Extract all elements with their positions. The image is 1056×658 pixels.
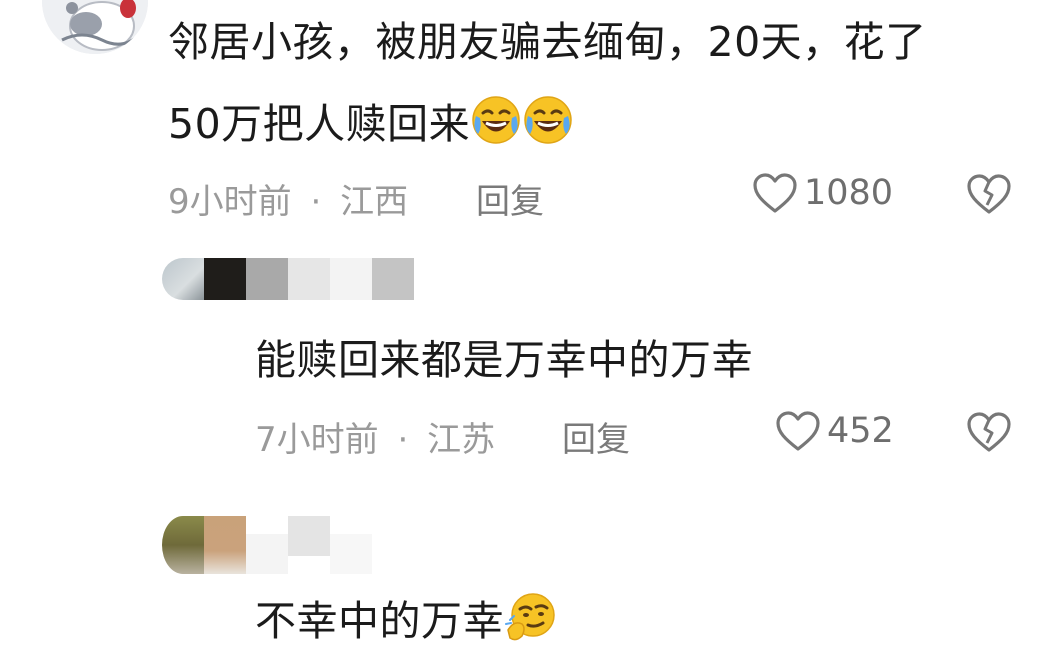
mouse-avatar-icon bbox=[42, 0, 148, 54]
blurred-username-block bbox=[288, 258, 330, 300]
comment-time: 9小时前 bbox=[168, 182, 292, 222]
blurred-username-block bbox=[204, 258, 246, 300]
reply-location: 江苏 bbox=[427, 420, 496, 460]
reply-button[interactable]: 回复 bbox=[476, 174, 544, 223]
comment-meta: 9小时前 · 江西 bbox=[168, 174, 408, 223]
blurred-username-block bbox=[204, 516, 246, 574]
broken-heart-icon bbox=[967, 174, 1011, 214]
avatar[interactable] bbox=[162, 516, 204, 574]
like-button[interactable]: 452 bbox=[775, 410, 894, 452]
dislike-button[interactable] bbox=[966, 173, 1012, 219]
reply-user-info-blurred[interactable] bbox=[162, 258, 414, 300]
dislike-button[interactable] bbox=[966, 411, 1012, 457]
laughing-crying-emoji-icon bbox=[522, 94, 574, 160]
smug-thinking-emoji-icon bbox=[504, 590, 558, 658]
comment-text-line2: 50万把人赎回来 bbox=[168, 94, 574, 160]
heart-icon bbox=[776, 411, 820, 451]
blurred-username-block bbox=[288, 516, 330, 556]
comment-text-line1: 邻居小孩，被朋友骗去缅甸，20天，花了 bbox=[168, 18, 927, 66]
laughing-crying-emoji-icon bbox=[470, 94, 522, 160]
comment-location: 江西 bbox=[340, 182, 409, 222]
reply-button[interactable]: 回复 bbox=[562, 412, 630, 461]
reply-time: 7小时前 bbox=[255, 420, 379, 460]
avatar[interactable] bbox=[162, 258, 204, 300]
blurred-username-block bbox=[246, 258, 288, 300]
comment-text-line2-content: 50万把人赎回来 bbox=[168, 100, 471, 148]
reply-text: 不幸中的万幸 bbox=[255, 590, 558, 658]
like-button[interactable]: 1080 bbox=[752, 172, 893, 214]
like-count: 1080 bbox=[804, 173, 894, 213]
heart-icon bbox=[753, 173, 797, 213]
blurred-username-block bbox=[330, 534, 372, 574]
blurred-username-block bbox=[246, 534, 288, 574]
reply-user-info-blurred[interactable] bbox=[162, 516, 372, 574]
avatar[interactable] bbox=[42, 0, 148, 54]
reply-meta: 7小时前 · 江苏 bbox=[255, 412, 495, 461]
broken-heart-icon bbox=[967, 412, 1011, 452]
like-count: 452 bbox=[827, 411, 894, 451]
reply-text-content: 不幸中的万幸 bbox=[255, 597, 504, 645]
reply-text: 能赎回来都是万幸中的万幸 bbox=[255, 336, 753, 384]
meta-separator: · bbox=[310, 182, 322, 222]
blurred-username-block bbox=[372, 258, 414, 300]
meta-separator: · bbox=[397, 420, 409, 460]
blurred-username-block bbox=[330, 258, 372, 300]
